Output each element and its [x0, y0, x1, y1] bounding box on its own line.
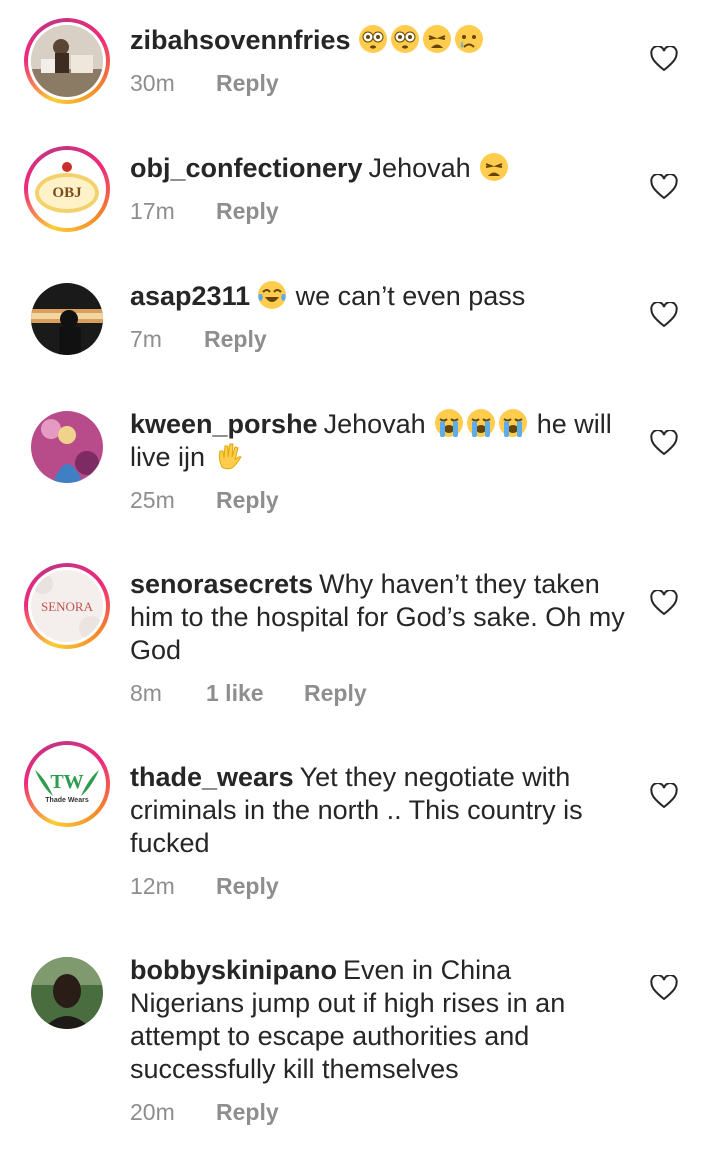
reply-button[interactable]: Reply [216, 487, 279, 514]
avatar-image [31, 25, 103, 97]
loudly-crying-emoji [433, 409, 465, 439]
avatar-image [31, 283, 103, 355]
comment-meta: 30m Reply [130, 70, 279, 97]
avatar-image: SENORA [31, 570, 103, 642]
comment-body: senorasecrets Why haven’t they taken him … [130, 568, 630, 667]
reply-button[interactable]: Reply [216, 873, 279, 900]
comment-time: 25m [130, 487, 175, 513]
heart-icon[interactable] [650, 783, 678, 809]
avatar[interactable]: TW Thade Wears [24, 741, 110, 827]
heart-icon[interactable] [650, 46, 678, 72]
comment-time: 17m [130, 198, 175, 224]
comment-username[interactable]: kween_porshe [130, 409, 318, 439]
comment-time: 7m [130, 326, 162, 352]
tears-of-joy-emoji [256, 281, 288, 311]
comment-text: we can’t even pass [295, 281, 526, 311]
comment-username[interactable]: senorasecrets [130, 569, 313, 599]
comment-username[interactable]: zibahsovennfries [130, 25, 351, 55]
comment-time: 8m [130, 680, 162, 706]
comment-username[interactable]: bobbyskinipano [130, 955, 337, 985]
comment-body: obj_confectionery Jehovah [130, 152, 630, 185]
avatar-image [31, 411, 103, 483]
comment-body: thade_wears Yet they negotiate with crimi… [130, 761, 630, 860]
heart-icon[interactable] [650, 430, 678, 456]
comment-meta: 8m 1 like Reply [130, 680, 367, 707]
comment-time: 12m [130, 873, 175, 899]
comment-meta: 20m Reply [130, 1099, 279, 1126]
heart-icon[interactable] [650, 590, 678, 616]
comment-time: 20m [130, 1099, 175, 1125]
comment-username[interactable]: thade_wears [130, 762, 294, 792]
reply-button[interactable]: Reply [216, 70, 279, 97]
avatar[interactable]: SENORA [24, 563, 110, 649]
comment-meta: 17m Reply [130, 198, 279, 225]
avatar-image: TW Thade Wears [31, 748, 103, 820]
avatar[interactable]: OBJ [24, 146, 110, 232]
avatar-image [31, 957, 103, 1029]
avatar-image: OBJ [31, 153, 103, 225]
avatar-logo-text: OBJ [52, 185, 82, 201]
avatar[interactable] [31, 957, 103, 1029]
avatar[interactable] [31, 283, 103, 355]
avatar-logo-subtext: Thade Wears [45, 797, 89, 804]
comment-body: kween_porshe Jehovah he will live ijn [130, 408, 630, 474]
avatar-logo-text: TW [50, 771, 83, 793]
avatar-logo-text: SENORA [41, 599, 94, 614]
comment-text: Jehovah [368, 153, 471, 183]
reply-button[interactable]: Reply [216, 1099, 279, 1126]
comment-meta: 25m Reply [130, 487, 279, 514]
crying-face-emoji [453, 25, 485, 55]
waving-hand-emoji [213, 442, 245, 472]
loudly-crying-emoji [497, 409, 529, 439]
likes-count[interactable]: 1 like [206, 680, 304, 707]
flushed-face-emoji [389, 25, 421, 55]
comment-meta: 12m Reply [130, 873, 279, 900]
comment-username[interactable]: obj_confectionery [130, 153, 363, 183]
comment-time: 30m [130, 70, 175, 96]
avatar[interactable] [31, 411, 103, 483]
weary-face-emoji [421, 25, 453, 55]
comment-meta: 7m Reply [130, 326, 267, 353]
comment-username[interactable]: asap2311 [130, 281, 250, 311]
comment-text: Jehovah [323, 409, 426, 439]
avatar[interactable] [24, 18, 110, 104]
reply-button[interactable]: Reply [216, 198, 279, 225]
loudly-crying-emoji [465, 409, 497, 439]
comment-body: bobbyskinipano Even in China Nigerians ju… [130, 954, 630, 1086]
heart-icon[interactable] [650, 174, 678, 200]
heart-icon[interactable] [650, 302, 678, 328]
comment-body: zibahsovennfries [130, 24, 630, 57]
flushed-face-emoji [357, 25, 389, 55]
comment-body: asap2311 we can’t even pass [130, 280, 630, 313]
reply-button[interactable]: Reply [304, 680, 367, 707]
reply-button[interactable]: Reply [204, 326, 267, 353]
heart-icon[interactable] [650, 975, 678, 1001]
weary-face-emoji [478, 153, 510, 183]
